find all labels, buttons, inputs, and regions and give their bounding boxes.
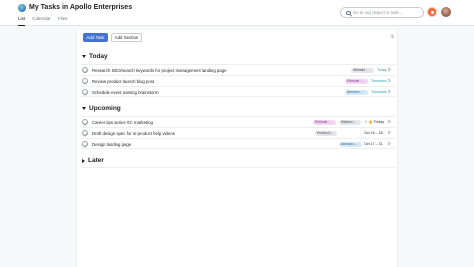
chevron-right-icon[interactable] [386, 89, 391, 94]
task-name[interactable]: Research SEO/search keywords for project… [92, 68, 226, 73]
chevron-right-icon[interactable] [386, 130, 391, 135]
search-placeholder: Go to any project or task... [353, 10, 403, 15]
workspace-avatar-icon[interactable] [18, 4, 26, 12]
check-circle-icon[interactable] [82, 67, 88, 73]
check-circle-icon[interactable] [82, 119, 88, 125]
project-tag[interactable]: Annual c... [339, 141, 362, 147]
section-title: Today [89, 53, 108, 60]
task-row[interactable]: Schedule event naming brainstorm Annual … [81, 86, 395, 97]
caret-down-icon [82, 107, 86, 110]
chevron-right-icon[interactable] [386, 141, 391, 146]
task-row[interactable]: Research SEO/search keywords for project… [81, 64, 395, 75]
project-tag[interactable]: Website ... [351, 67, 374, 73]
task-name[interactable]: Career tips series #2: marketing [92, 120, 153, 125]
add-section-button[interactable]: Add Section [111, 33, 142, 42]
task-name[interactable]: Review product launch blog post [92, 79, 154, 84]
project-tag[interactable]: Editorial ... [345, 78, 368, 84]
like-count[interactable]: 1 👍 [365, 120, 372, 124]
due-date: Tomorrow [371, 89, 387, 94]
check-circle-icon[interactable] [82, 78, 88, 84]
tab-list[interactable]: List [18, 16, 26, 26]
view-settings-icon[interactable] [390, 34, 395, 39]
search-icon [346, 10, 351, 15]
chevron-right-icon[interactable] [386, 67, 391, 72]
due-date: Today [377, 67, 387, 72]
section-title: Later [88, 157, 104, 164]
due-date: Oct 17 – 31 [364, 141, 383, 146]
task-row[interactable]: Draft design spec for in-product help vi… [81, 127, 395, 138]
due-date: Friday [374, 119, 384, 124]
task-row[interactable]: Review product launch blog post Editoria… [81, 75, 395, 86]
search-input[interactable]: Go to any project or task... [340, 7, 424, 18]
task-row[interactable]: Design landing page Annual c... Oct 17 –… [81, 138, 395, 149]
top-bar: My Tasks in Apollo Enterprises ··· List … [0, 0, 474, 26]
page-title: My Tasks in Apollo Enterprises [29, 4, 133, 11]
check-circle-icon[interactable] [82, 141, 88, 147]
thumbs-up-icon: 👍 [367, 119, 373, 124]
chevron-right-icon[interactable] [386, 78, 391, 83]
due-date: Oct 16 – 18 [364, 130, 383, 135]
task-row[interactable]: Career tips series #2: marketing Editori… [81, 116, 395, 127]
quick-add-button[interactable] [427, 7, 437, 17]
task-name[interactable]: Draft design spec for in-product help vi… [92, 131, 175, 136]
section-title: Upcoming [89, 105, 121, 112]
check-circle-icon[interactable] [82, 130, 88, 136]
add-task-button[interactable]: Add Task [83, 33, 108, 42]
tab-calendar[interactable]: Calendar [32, 16, 51, 26]
task-name[interactable]: Schedule event naming brainstorm [92, 90, 158, 95]
task-name[interactable]: Design landing page [92, 142, 131, 147]
tab-files[interactable]: Files [58, 16, 68, 26]
due-date: Tomorrow [371, 78, 387, 83]
more-options-icon[interactable]: ··· [119, 3, 127, 9]
user-avatar-icon[interactable] [441, 7, 451, 17]
project-tag-secondary[interactable]: Mission ... [339, 119, 361, 125]
caret-right-icon [82, 158, 85, 163]
view-tabs: List Calendar Files [18, 16, 68, 26]
project-tag[interactable]: Product l... [315, 130, 337, 136]
caret-down-icon [82, 55, 86, 58]
section-later-header[interactable]: Later [82, 157, 104, 164]
section-upcoming-header[interactable]: Upcoming [82, 105, 121, 112]
task-list-panel: Add Task Add Section Today Research SEO/… [76, 30, 398, 267]
project-tag[interactable]: Editorial ... [313, 119, 336, 125]
project-tag[interactable]: Annual c... [345, 89, 368, 95]
check-circle-icon[interactable] [82, 89, 88, 95]
section-today-header[interactable]: Today [82, 53, 108, 60]
divider [81, 167, 395, 168]
chevron-right-icon[interactable] [386, 119, 391, 124]
